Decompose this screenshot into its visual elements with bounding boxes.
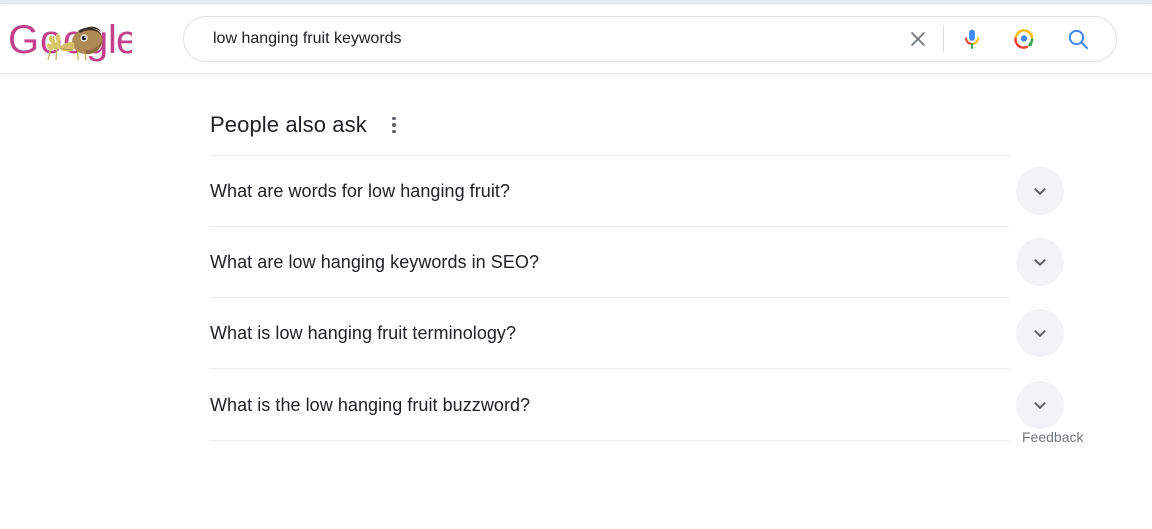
chevron-down-icon — [1034, 259, 1046, 266]
search-icon — [1068, 29, 1088, 49]
svg-text:e: e — [116, 18, 132, 62]
paa-question-text: What is the low hanging fruit buzzword? — [210, 394, 531, 415]
google-doodle-logo[interactable]: G o o g l e — [8, 16, 132, 64]
clear-search-button[interactable] — [897, 19, 939, 59]
search-results-page: G o o g l e — [0, 0, 1152, 529]
people-also-ask-footer: Feedback — [210, 429, 1083, 445]
svg-text:G: G — [8, 18, 39, 62]
people-also-ask-title: People also ask — [210, 112, 367, 137]
paa-question-text: What is low hanging fruit terminology? — [210, 323, 517, 343]
paa-question-row[interactable]: What are words for low hanging fruit? — [210, 156, 1064, 227]
paa-expand-button[interactable] — [1016, 238, 1064, 286]
people-also-ask-header: People also ask — [210, 100, 1090, 150]
search-divider — [943, 26, 944, 52]
lens-search-button[interactable] — [1004, 19, 1044, 59]
search-box[interactable] — [183, 16, 1117, 62]
paa-expand-button[interactable] — [1016, 309, 1064, 357]
close-icon — [911, 32, 925, 46]
microphone-icon — [965, 29, 979, 49]
voice-search-button[interactable] — [952, 19, 992, 59]
paa-question-text: What are words for low hanging fruit? — [210, 181, 510, 201]
paa-question-row[interactable]: What are low hanging keywords in SEO? — [210, 227, 1064, 298]
paa-expand-button[interactable] — [1016, 167, 1064, 215]
chevron-down-icon — [1034, 330, 1046, 337]
paa-question-text: What are low hanging keywords in SEO? — [210, 252, 540, 272]
paa-question-row[interactable]: What is the low hanging fruit buzzword? — [210, 369, 1064, 440]
feedback-link[interactable]: Feedback — [1022, 429, 1083, 445]
paa-expand-button[interactable] — [1016, 380, 1064, 429]
people-also-ask-list: What are words for low hanging fruit? Wh… — [210, 155, 1064, 440]
chevron-down-icon — [1034, 188, 1046, 195]
search-header: G o o g l e — [0, 4, 1152, 74]
search-submit-button[interactable] — [1058, 19, 1098, 59]
search-input[interactable] — [184, 17, 897, 61]
three-dot-vertical-icon[interactable] — [381, 112, 407, 138]
search-actions — [897, 17, 1116, 61]
results-column: People also ask What are words for low h… — [210, 100, 1090, 445]
paa-question-row[interactable]: What is low hanging fruit terminology? — [210, 298, 1064, 369]
google-lens-icon — [1014, 29, 1034, 49]
chevron-down-icon — [1034, 401, 1046, 409]
